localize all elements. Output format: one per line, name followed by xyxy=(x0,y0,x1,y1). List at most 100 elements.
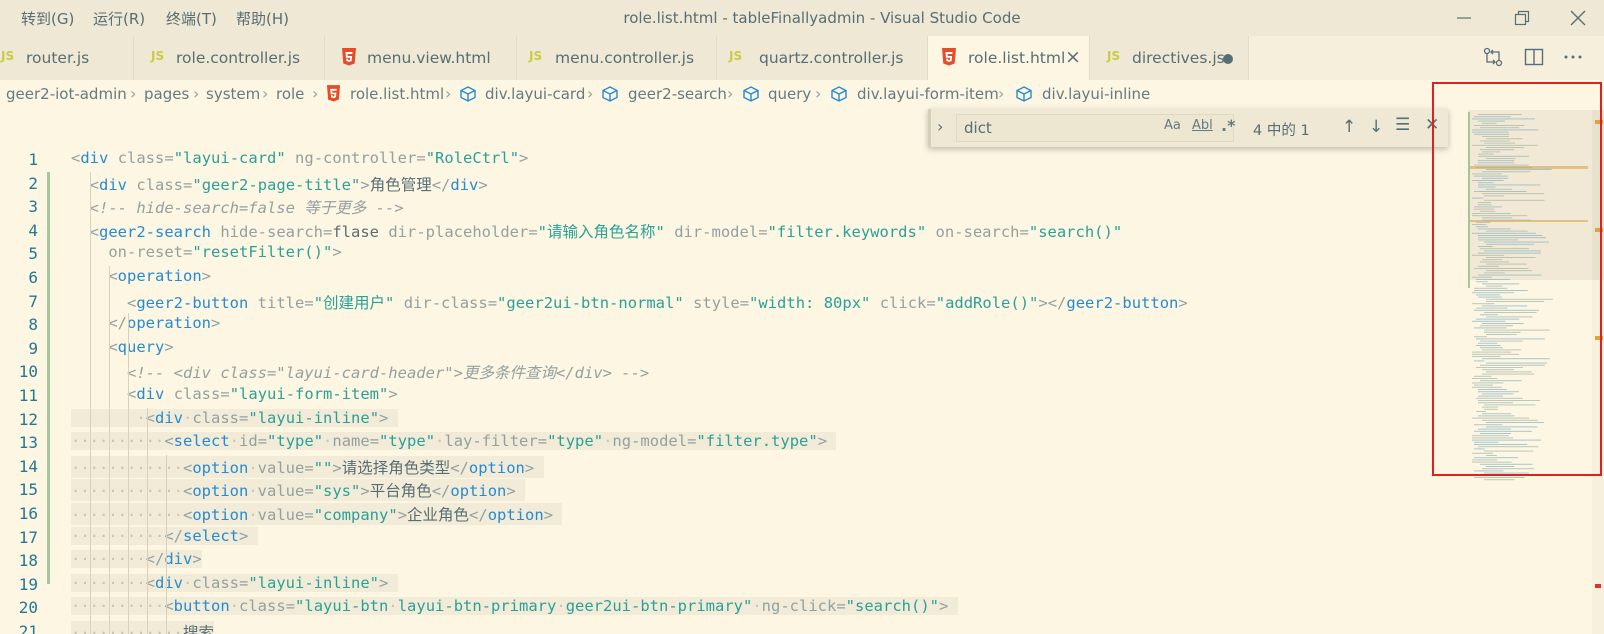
breadcrumb-item[interactable]: div.layui-inline xyxy=(1042,85,1150,103)
breadcrumb-item[interactable]: div.layui-card xyxy=(485,85,585,103)
minimize-button[interactable] xyxy=(1436,0,1492,36)
tab-router-js[interactable]: JS router.js xyxy=(0,36,134,80)
code-token: · xyxy=(229,597,240,616)
js-file-icon: JS xyxy=(1107,49,1121,63)
code-line[interactable]: 19 ········<div·class="layui-inline"> xyxy=(0,573,1460,597)
tab-quartz-controller-js[interactable]: JS quartz.controller.js xyxy=(717,36,928,80)
code-token: select xyxy=(183,526,239,545)
tab-label: menu.controller.js xyxy=(555,49,695,67)
match-case-button[interactable]: Aa xyxy=(1164,118,1181,133)
code-line[interactable]: 13 ··········<select·id="type"·name="type… xyxy=(0,431,1460,455)
code-line[interactable]: 20 ··········<button·class="layui-btn·lay… xyxy=(0,596,1460,620)
breadcrumb-item[interactable]: query xyxy=(768,85,811,103)
breadcrumb-item[interactable]: pages xyxy=(144,85,189,103)
tab-directives-js[interactable]: JS directives.js xyxy=(1090,36,1249,80)
code-token: = xyxy=(183,175,193,194)
split-editor-icon[interactable] xyxy=(1523,46,1545,68)
tab-label: router.js xyxy=(26,49,90,67)
code-line[interactable]: 5 on-reset="resetFilter()"> xyxy=(0,242,1460,266)
use-regex-button[interactable]: .* xyxy=(1221,116,1235,135)
tab-role-list-html[interactable]: role.list.html × xyxy=(928,36,1090,80)
code-token: = xyxy=(836,597,846,616)
code-line[interactable]: 17 ··········</select> xyxy=(0,526,1460,550)
code-line[interactable]: 15 ············<option·value="sys">平台角色</… xyxy=(0,478,1460,502)
indent-guide xyxy=(109,266,110,634)
breadcrumb-item[interactable]: div.layui-form-item xyxy=(857,85,999,103)
code-token: "layui-inline" xyxy=(248,573,380,592)
code-line[interactable]: 10 <!-- <div class="layui-card-header">更… xyxy=(0,360,1460,384)
code-token: < xyxy=(89,222,100,241)
more-actions-icon[interactable] xyxy=(1562,46,1584,68)
code-token: "search()" xyxy=(845,597,939,616)
code-line[interactable]: 16 ············<option·value="company">企业… xyxy=(0,502,1460,526)
restore-button[interactable] xyxy=(1494,0,1550,36)
compare-changes-icon[interactable] xyxy=(1482,46,1504,68)
unsaved-dot-icon[interactable] xyxy=(1223,54,1233,64)
code-line[interactable]: 2 <div class="geer2-page-title">角色管理</di… xyxy=(0,172,1460,196)
chevron-right-icon: › xyxy=(815,84,822,103)
code-line[interactable]: 1 <div class="layui-card" ng-controller="… xyxy=(0,148,1460,172)
chevron-right-icon: › xyxy=(587,84,594,103)
close-window-button[interactable] xyxy=(1550,0,1604,36)
breadcrumb-item[interactable]: system xyxy=(206,85,260,103)
code-line[interactable]: 3 <!-- hide-search=false 等于更多 --> xyxy=(0,195,1460,219)
code-editor[interactable]: 1 <div class="layui-card" ng-controller="… xyxy=(0,148,1468,634)
code-token: 企业角色 xyxy=(407,506,470,524)
code-token: on-search xyxy=(935,222,1020,241)
previous-match-icon[interactable]: ↑ xyxy=(1342,117,1356,137)
code-token: 搜索 xyxy=(182,624,214,634)
code-token: > xyxy=(379,408,389,427)
next-match-icon[interactable]: ↓ xyxy=(1369,117,1383,137)
code-token: </ xyxy=(431,482,451,501)
breadcrumb-item[interactable]: geer2-search xyxy=(628,85,727,103)
code-token: ng-controller xyxy=(295,149,417,167)
breadcrumb-item[interactable]: role.list.html xyxy=(350,85,444,103)
code-line[interactable]: 21 ············搜索 xyxy=(0,620,1460,634)
code-line[interactable]: 18········</div> xyxy=(0,549,1460,573)
code-token: query xyxy=(117,337,165,356)
chevron-right-icon: › xyxy=(262,84,269,103)
code-token: = xyxy=(239,573,249,592)
chevron-right-icon: › xyxy=(130,84,137,103)
breadcrumb-item[interactable]: geer2-iot-admin xyxy=(6,85,127,103)
close-tab-icon[interactable]: × xyxy=(1065,46,1081,68)
code-token: value xyxy=(257,458,305,477)
code-line[interactable]: 6 <operation> xyxy=(0,266,1460,290)
code-token: </ xyxy=(145,550,165,569)
find-in-selection-icon[interactable]: ☰ xyxy=(1395,115,1410,135)
code-token: dir-class xyxy=(403,293,488,312)
close-icon xyxy=(1570,10,1586,26)
code-line[interactable]: 12 ·<div·class="layui-inline"> xyxy=(0,408,1460,432)
toggle-replace-icon[interactable]: › xyxy=(937,117,943,136)
code-token: = xyxy=(239,408,249,427)
match-whole-word-button[interactable]: Abl xyxy=(1192,118,1213,133)
tab-role-controller-js[interactable]: JS role.controller.js xyxy=(134,36,325,80)
line-number: 20 xyxy=(18,598,38,618)
code-line[interactable]: 4 <geer2-search hide-search=flase dir-pl… xyxy=(0,219,1460,243)
tab-menu-controller-js[interactable]: JS menu.controller.js xyxy=(517,36,717,80)
code-line[interactable]: 8 </operation> xyxy=(0,313,1460,337)
code-line[interactable]: 14 ············<option·value="">请选择角色类型</… xyxy=(0,455,1460,479)
code-token: "filter.type" xyxy=(696,432,818,451)
code-line[interactable]: 9 <query> xyxy=(0,337,1460,361)
code-token: · xyxy=(752,597,762,616)
tab-menu-view-html[interactable]: menu.view.html xyxy=(325,36,517,80)
line-number: 6 xyxy=(28,268,38,287)
code-token: ·········· xyxy=(71,597,165,616)
code-token: "company" xyxy=(313,506,398,524)
code-line[interactable]: 7 <geer2-button title="创建用户" dir-class="… xyxy=(0,290,1460,314)
code-token: option xyxy=(487,506,544,524)
code-line[interactable]: 11 <div class="layui-form-item"> xyxy=(0,384,1460,408)
find-result-count: 4 中的 1 xyxy=(1253,123,1310,139)
line-number: 10 xyxy=(18,362,38,382)
code-token: · xyxy=(248,458,258,477)
breadcrumb-item[interactable]: role xyxy=(276,85,304,103)
code-token: > xyxy=(360,482,370,501)
line-number: 17 xyxy=(18,527,38,547)
line-number: 15 xyxy=(18,480,38,500)
